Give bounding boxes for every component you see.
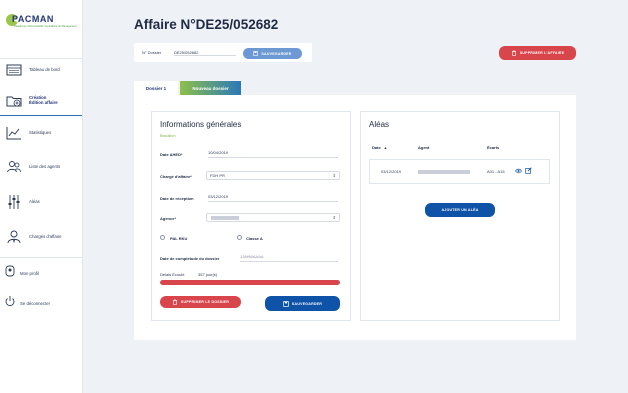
logo-name: PACMAN (12, 14, 54, 24)
save-label: SAUVEGARDER (261, 51, 292, 56)
trash-icon (172, 299, 178, 305)
save-dossier-button[interactable]: SAUVEGARDER (265, 296, 340, 311)
column-header-date[interactable]: Date ▲ (372, 145, 387, 150)
charge-affaire-label: Chargé d'affaire* (160, 174, 192, 179)
delai-label: Délais Écoulé (160, 272, 185, 277)
profile-icon (4, 265, 16, 277)
eye-icon[interactable] (515, 168, 522, 174)
folder-plus-icon (6, 93, 22, 109)
classe-a-label: Classe A (246, 236, 263, 241)
chart-icon (6, 125, 22, 141)
add-alea-button[interactable]: AJOUTER UN ALÉA (425, 203, 495, 217)
logo-tagline: Plateforme d'Accessibilité Centralisée d… (14, 25, 77, 28)
date-completude-input[interactable]: JJ/MM/AAAA (240, 254, 338, 262)
classe-a-radio[interactable] (237, 235, 242, 240)
sidebar-item-label: Tableau de bord (29, 67, 60, 72)
sidebar-item-logout[interactable]: Se déconnecter (0, 292, 82, 318)
infos-title: Informations générales (160, 120, 242, 129)
dossier-input[interactable]: DE25/052682 (174, 50, 236, 56)
date-ahed-input[interactable]: 10/04/2019 (208, 150, 338, 158)
power-icon (4, 295, 16, 307)
delete-dossier-label: SUPPRIMER LE DOSSIER (180, 300, 230, 304)
save-dossier-label: SAUVEGARDER (291, 301, 323, 306)
page-title: Affaire N°DE25/052682 (134, 17, 279, 32)
sliders-icon (6, 194, 22, 210)
pal-rku-label: PAL RKU (170, 236, 188, 241)
sidebar-item-aleas[interactable]: Aléas (0, 190, 82, 216)
column-header-date-label: Date (372, 145, 381, 150)
save-button[interactable]: SAUVEGARDER (243, 48, 302, 59)
sidebar-item-label: Chargés d'affaire (29, 234, 62, 239)
sidebar-item-charges-affaire[interactable]: Chargés d'affaire (0, 225, 82, 251)
manager-icon (6, 229, 22, 245)
charge-affaire-value: FDH PR (210, 173, 225, 178)
dossier-label: N° Dossier (142, 50, 162, 55)
sidebar-item-agents[interactable]: Liste des agents (0, 155, 82, 181)
date-completude-label: Date de complétude du dossier (160, 256, 220, 261)
sidebar-item-statistiques[interactable]: Statistiques (0, 121, 82, 147)
sidebar-item-label: Mon profil (20, 271, 39, 276)
sidebar-item-label: Se déconnecter (20, 301, 51, 306)
row-ecarts: A01 - A15 (487, 169, 505, 174)
divider (0, 257, 82, 258)
select-arrow-icon: ⇕ (332, 173, 336, 178)
trash-icon (511, 50, 517, 56)
sidebar-item-label: Liste des agents (29, 164, 61, 169)
sort-arrow-icon: ▲ (383, 146, 388, 150)
delay-progress-bar (160, 280, 340, 285)
date-reception-input[interactable]: 03/12/2019 (208, 194, 338, 202)
column-header-agent: Agent (418, 145, 430, 150)
delete-affaire-button[interactable]: SUPPRIMER L'AFFAIRE (499, 46, 576, 60)
agence-value-redacted (211, 216, 239, 220)
aleas-title: Aléas (369, 120, 390, 129)
row-date: 03/12/2019 (381, 169, 402, 174)
sidebar-item-label: Création Édition affaire (29, 95, 58, 105)
tab-nouveau-dossier[interactable]: Nouveau dossier (180, 81, 241, 95)
save-icon (253, 51, 259, 56)
sidebar-item-label: Aléas (29, 199, 40, 204)
edit-icon[interactable] (525, 167, 532, 174)
dashboard-icon (6, 62, 22, 78)
sidebar-item-dashboard[interactable]: Tableau de bord (0, 58, 82, 84)
sidebar-item-label: Statistiques (29, 130, 52, 135)
tab-dossier-1[interactable]: Dossier 1 (134, 81, 178, 95)
date-ahed-label: Date AHED* (160, 152, 183, 157)
agence-select[interactable]: ⇕ (206, 213, 340, 222)
column-header-ecarts: Écarts (487, 145, 500, 150)
charge-affaire-select[interactable]: FDH PR ⇕ (206, 171, 340, 180)
sidebar-item-creation-affaire[interactable]: Création Édition affaire (0, 88, 82, 116)
delai-value: 357 jour(s) (198, 272, 218, 277)
delay-progress-fill (160, 280, 340, 285)
sidebar-item-profil[interactable]: Mon profil (0, 262, 82, 288)
pal-rku-radio[interactable] (160, 235, 165, 240)
row-agent-redacted (418, 170, 470, 174)
save-icon (283, 300, 289, 307)
agence-label: Agence* (160, 216, 177, 221)
sidebar: PACMAN Plateforme d'Accessibilité Centra… (0, 0, 83, 393)
delete-dossier-button[interactable]: SUPPRIMER LE DOSSIER (160, 296, 241, 308)
status-badge: Brouillon (160, 133, 176, 138)
select-arrow-icon: ⇕ (332, 215, 336, 220)
date-reception-label: Date de réception (160, 196, 194, 201)
users-icon (6, 159, 22, 175)
delete-affaire-label: SUPPRIMER L'AFFAIRE (519, 51, 565, 55)
